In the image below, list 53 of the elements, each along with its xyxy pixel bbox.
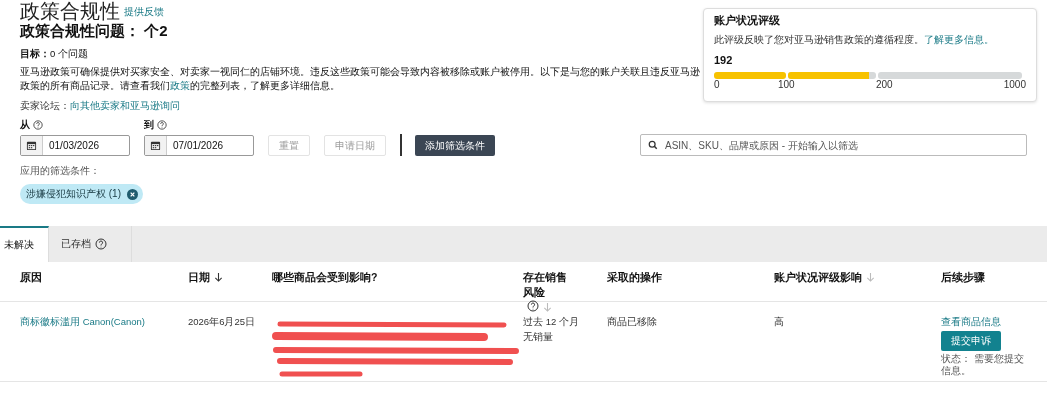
- column-header: 采取的操作: [607, 270, 662, 285]
- view-product-link[interactable]: 查看商品信息: [941, 314, 1001, 329]
- from-label: 从: [20, 118, 30, 132]
- reason-link[interactable]: 商标徽标滥用 Canon(Canon): [20, 316, 145, 327]
- help-icon[interactable]: [157, 120, 167, 130]
- status-text: 状态： 需要您提交信息。: [941, 353, 1025, 377]
- card-text: 此评级反映了您对亚马逊销售政策的遵循程度。了解更多信息。: [714, 34, 995, 47]
- filter-chip[interactable]: 涉嫌侵犯知识产权 (1): [20, 184, 143, 204]
- action-cell: 商品已移除: [607, 316, 657, 327]
- column-header: 哪些商品会受到影响?: [272, 270, 378, 285]
- card-title: 账户状况评级: [714, 14, 781, 28]
- forum-label: 卖家论坛：: [20, 100, 70, 111]
- reset-button[interactable]: 重置: [268, 135, 310, 156]
- remove-icon[interactable]: [127, 188, 138, 200]
- tick-label: 1000: [1003, 79, 1026, 90]
- tick-label: 100: [778, 79, 795, 90]
- target-value: 0 个问题: [50, 48, 88, 59]
- risk-cell: 过去 12 个月无销量: [523, 316, 579, 342]
- page-title: 政策合规性: [20, 0, 120, 22]
- search-field[interactable]: ASIN、SKU、品牌或原因 - 开始输入以筛选: [640, 134, 1027, 156]
- feedback-link[interactable]: 提供反馈: [124, 5, 164, 19]
- help-icon[interactable]: [527, 300, 539, 312]
- description: 亚马逊政策可确保提供对买家安全、对卖家一视同仁的店铺环境。违反这些政策可能会导致内容被移除或账户被停用。以下是与您的账户关联且违反亚马逊政策的所有商品记录。请查看我们政策的完整列表，了解更多详细信息。: [20, 65, 700, 93]
- date-field[interactable]: 07/01/2026: [144, 135, 254, 156]
- impact-cell: 高: [774, 316, 784, 327]
- column-header: 原因: [20, 270, 42, 285]
- forum-link[interactable]: 向其他卖家和亚马逊询问: [70, 100, 180, 111]
- date-filter-button[interactable]: 申请日期: [324, 135, 386, 156]
- help-icon[interactable]: [33, 120, 43, 130]
- learn-more-link[interactable]: 了解更多信息。: [924, 34, 994, 45]
- date-cell: 2026年6月25日: [188, 316, 255, 327]
- to-label: 到: [144, 118, 154, 132]
- sort-arrow-icon[interactable]: [214, 272, 223, 283]
- rating-score: 192: [714, 54, 734, 66]
- add-filter-button[interactable]: 添加筛选条件: [415, 135, 495, 156]
- column-header: 账户状况评级影响: [774, 270, 862, 285]
- date-field[interactable]: 01/03/2026: [20, 135, 130, 156]
- tick-label: 0: [714, 79, 720, 90]
- appeal-button[interactable]: 提交申诉: [941, 331, 1001, 351]
- column-header: 存在销售风险: [523, 270, 568, 300]
- column-header: 日期: [188, 270, 210, 285]
- search-icon: [648, 140, 658, 150]
- target-label: 目标：: [20, 48, 50, 59]
- tab[interactable]: 已存档: [49, 226, 132, 262]
- column-header: 后续步骤: [941, 270, 985, 285]
- tab[interactable]: 未解决: [0, 226, 49, 262]
- calendar-icon: [26, 140, 37, 151]
- policy-link[interactable]: 政策: [170, 80, 190, 91]
- tick-label: 200: [876, 79, 893, 90]
- issue-count: 政策合规性问题： 个2: [20, 22, 169, 41]
- calendar-icon: [150, 140, 161, 151]
- applied-filters-label: 应用的筛选条件：: [19, 164, 101, 178]
- help-icon[interactable]: [95, 238, 107, 250]
